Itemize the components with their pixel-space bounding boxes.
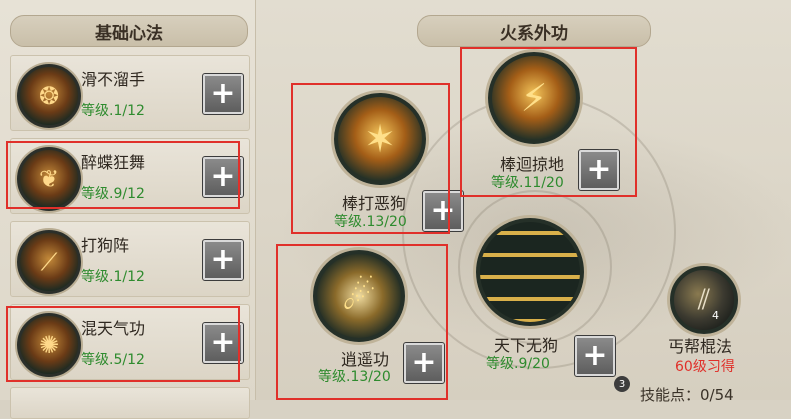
skill-name: 滑不溜手 [81,70,146,89]
skill-name: 混天气功 [81,319,146,338]
skill-level: 等级.9/20 [486,356,550,372]
butterfly-icon: ❦ [17,147,81,211]
upgrade-button[interactable]: + [202,322,244,364]
unlock-requirement: 60级习得 [675,359,735,375]
upgrade-button[interactable]: + [202,156,244,198]
energy-burst-icon: ✺ [17,313,81,377]
upgrade-button[interactable]: + [202,73,244,115]
skill-row-0[interactable]: ❂ 滑不溜手 等级.1/12 + [10,55,250,131]
tier-badge: 3 [614,376,630,392]
upgrade-button[interactable]: + [422,190,464,232]
skill-row-1[interactable]: ❦ 醉蝶狂舞 等级.9/12 + [10,138,250,214]
skill-level: 等级.11/20 [491,175,564,191]
skill-level: 等级.13/20 [334,214,407,230]
skill-name: 打狗阵 [81,236,130,255]
basic-skills-panel: 基础心法 ❂ 滑不溜手 等级.1/12 + ❦ 醉蝶狂舞 等级.9/12 + ⟋… [0,0,256,419]
skill-level: 等级.1/12 [81,103,145,119]
upgrade-button[interactable]: + [202,239,244,281]
basic-skills-title: 基础心法 [10,15,248,47]
staff-sweep-icon[interactable]: ⚡ [488,52,580,144]
skill-row-2[interactable]: ⟋ 打狗阵 等级.1/12 + [10,221,250,297]
skill-name: 丐帮棍法 [668,337,733,356]
skill-name: 醉蝶狂舞 [81,153,146,172]
upgrade-button[interactable]: + [574,335,616,377]
wind-slash-icon[interactable]: ☄ [313,250,405,342]
flame-icon: ❂ [17,64,81,128]
fire-skills-title: 火系外功 [417,15,651,47]
skill-level: 等级.13/20 [318,369,391,385]
skill-level: 等级.9/12 [81,186,145,202]
upgrade-button[interactable]: + [403,342,445,384]
skill-count: 4 [712,309,719,322]
skill-row-partial[interactable] [10,387,250,419]
staff-strike-icon[interactable]: ✶ [334,93,426,185]
upgrade-button[interactable]: + [578,149,620,191]
staff-rain-icon[interactable] [476,218,584,326]
skill-row-3[interactable]: ✺ 混天气功 等级.5/12 + [10,304,250,380]
skill-level: 等级.5/12 [81,352,145,368]
skill-level: 等级.1/12 [81,269,145,285]
staff-array-icon: ⟋ [17,230,81,294]
skill-points: 技能点：0/54 [640,386,734,404]
staff-set-icon[interactable]: ⫽ [670,266,738,334]
